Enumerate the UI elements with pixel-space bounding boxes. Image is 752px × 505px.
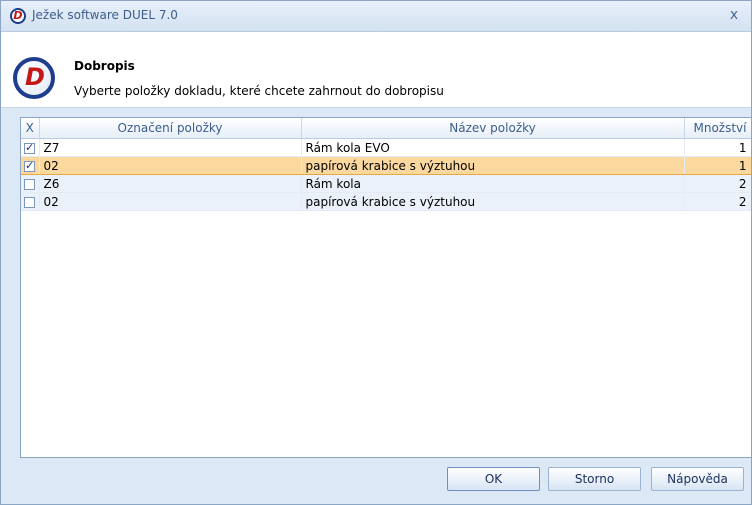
items-grid[interactable]: X Označení položky Název položky Množstv… [20, 117, 752, 458]
row-checkbox-cell[interactable] [21, 156, 40, 175]
row-checkbox-cell[interactable] [21, 138, 40, 157]
cell-qty: 1 [684, 138, 751, 157]
checkbox-icon[interactable] [24, 159, 35, 172]
window-title: Ježek software DUEL 7.0 [32, 8, 178, 22]
close-icon[interactable]: x [725, 6, 743, 24]
table-row[interactable]: Z6 Rám kola 2 [21, 174, 751, 193]
duel-logo-icon: D [13, 57, 55, 99]
ok-button[interactable]: OK [447, 467, 540, 491]
dialog-subtitle: Vyberte položky dokladu, které chcete za… [74, 84, 444, 98]
table-row[interactable]: 02papírová krabice s výztuhou1 [21, 156, 751, 175]
checkbox-icon[interactable] [24, 141, 35, 154]
table-row[interactable]: 02 papírová krabice s výztuhou 2 [21, 192, 751, 211]
table-header-row: X Označení položky Název položky Množstv… [21, 118, 751, 139]
checkbox-icon[interactable] [24, 196, 35, 208]
row-checkbox-cell[interactable] [21, 174, 40, 193]
cell-name: papírová krabice s výztuhou [301, 192, 685, 211]
cell-code: 02 [39, 156, 302, 175]
cell-code: Z7 [39, 138, 302, 157]
cell-name: Rám kola EVO [301, 138, 685, 157]
column-header-code[interactable]: Označení položky [39, 118, 302, 139]
column-header-check[interactable]: X [21, 118, 40, 139]
checkbox-icon[interactable] [24, 178, 35, 190]
table-row[interactable]: Z7Rám kola EVO1 [21, 138, 751, 157]
cell-name: Rám kola [301, 174, 685, 193]
cell-code: Z6 [39, 174, 302, 193]
dialog-title: Dobropis [74, 59, 135, 73]
cell-qty: 2 [684, 192, 751, 211]
title-bar[interactable]: D Ježek software DUEL 7.0 x [1, 1, 751, 32]
cell-qty: 2 [684, 174, 751, 193]
cell-qty: 1 [684, 156, 751, 175]
cancel-button[interactable]: Storno [548, 467, 641, 491]
cell-code: 02 [39, 192, 302, 211]
cell-name: papírová krabice s výztuhou [301, 156, 685, 175]
duel-logo-icon: D [10, 8, 26, 24]
dialog-header: D Dobropis Vyberte položky dokladu, kter… [1, 32, 751, 108]
row-checkbox-cell[interactable] [21, 192, 40, 211]
column-header-name[interactable]: Název položky [301, 118, 685, 139]
items-table: X Označení položky Název položky Množstv… [21, 118, 751, 211]
help-button[interactable]: Nápověda [651, 467, 744, 491]
dialog-window: D Ježek software DUEL 7.0 x D Dobropis V… [0, 0, 752, 505]
column-header-qty[interactable]: Množství [684, 118, 751, 139]
